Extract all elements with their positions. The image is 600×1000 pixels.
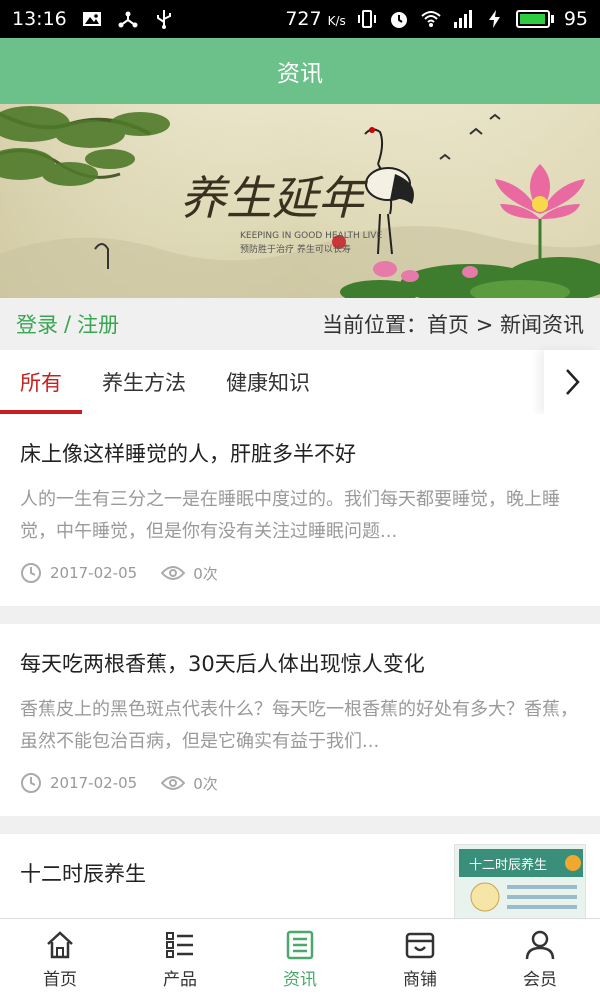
- breadcrumb: 当前位置：首页 > 新闻资讯: [322, 313, 584, 337]
- eye-icon: [161, 776, 186, 790]
- article-item[interactable]: 每天吃两根香蕉，30天后人体出现惊人变化 香蕉皮上的黑色斑点代表什么？每天吃一根…: [0, 624, 600, 816]
- network-speed: 727: [285, 8, 322, 30]
- bottom-nav: 首页 产品 资讯 商铺 会员: [0, 918, 600, 1000]
- title-bar: 资讯: [0, 38, 600, 104]
- article-item[interactable]: 床上像这样睡觉的人，肝脏多半不好 人的一生有三分之一是在睡眠中度过的。我们每天都…: [0, 414, 600, 606]
- nav-shop[interactable]: 商铺: [360, 919, 480, 1000]
- register-link[interactable]: 注册: [77, 309, 119, 339]
- tab-all[interactable]: 所有: [0, 350, 82, 414]
- chevron-right-icon: [566, 369, 580, 395]
- status-time: 13:16: [12, 8, 67, 30]
- login-separator: /: [64, 312, 72, 336]
- nav-member[interactable]: 会员: [480, 919, 600, 1000]
- clock-icon: [21, 773, 41, 793]
- banner-subtitle-cn: 预防胜于治疗 养生可以长寿: [240, 243, 351, 255]
- image-icon: [81, 8, 103, 30]
- home-icon: [47, 931, 73, 959]
- share-icon: [117, 8, 139, 30]
- article-thumbnail: 十二时辰养生: [454, 844, 586, 920]
- vibrate-icon: [356, 8, 378, 30]
- banner-subtitle-en: KEEPING IN GOOD HEALTH LIVE: [240, 231, 382, 241]
- article-item[interactable]: 十二时辰养生 十二时辰养生: [0, 834, 600, 920]
- banner-image[interactable]: 养生延年 KEEPING IN GOOD HEALTH LIVE 预防胜于治疗 …: [0, 104, 600, 298]
- nav-home-label: 首页: [43, 970, 77, 990]
- article-meta: 2017-02-05 0次: [20, 772, 580, 794]
- login-link[interactable]: 登录: [16, 309, 58, 339]
- nav-shop-label: 商铺: [403, 970, 437, 990]
- nav-products[interactable]: 产品: [120, 919, 240, 1000]
- nav-member-label: 会员: [523, 970, 557, 990]
- article-date: 2017-02-05: [50, 774, 138, 792]
- nav-news[interactable]: 资讯: [240, 919, 360, 1000]
- article-summary: 人的一生有三分之一是在睡眠中度过的。我们每天都要睡觉，晚上睡觉，中午睡觉，但是你…: [20, 489, 560, 542]
- charging-icon: [484, 8, 506, 30]
- location-row: 登录 / 注册 当前位置：首页 > 新闻资讯: [0, 298, 600, 350]
- shop-icon: [405, 932, 435, 959]
- alarm-icon: [388, 8, 410, 30]
- tab-health-knowledge[interactable]: 健康知识: [206, 350, 330, 414]
- banner-calligraphy: 养生延年: [180, 171, 368, 225]
- network-speed-unit: K/s: [327, 14, 346, 28]
- nav-products-label: 产品: [163, 970, 197, 990]
- article-meta: 2017-02-05 0次: [20, 562, 580, 584]
- eye-icon: [161, 566, 186, 580]
- nav-news-label: 资讯: [283, 970, 317, 990]
- user-icon: [525, 930, 555, 960]
- article-summary: 香蕉皮上的黑色斑点代表什么？每天吃一根香蕉的好处有多大？香蕉，虽然不能包治百病，…: [20, 699, 578, 752]
- battery-level: 95: [563, 8, 588, 30]
- tab-health-methods[interactable]: 养生方法: [82, 350, 206, 414]
- status-bar: 13:16 727 K/s 95: [0, 0, 600, 38]
- news-icon: [286, 930, 314, 960]
- article-title: 每天吃两根香蕉，30天后人体出现惊人变化: [20, 652, 425, 676]
- page-title: 资讯: [277, 61, 323, 87]
- nav-home[interactable]: 首页: [0, 919, 120, 1000]
- usb-icon: [153, 8, 175, 30]
- battery-icon: [515, 10, 554, 28]
- tabs-more-button[interactable]: [544, 350, 600, 414]
- list-icon: [166, 932, 193, 958]
- article-title: 床上像这样睡觉的人，肝脏多半不好: [20, 442, 356, 466]
- category-tabs: 所有 养生方法 健康知识: [0, 350, 600, 414]
- thumbnail-caption: 十二时辰养生: [469, 857, 547, 873]
- clock-icon: [21, 563, 41, 583]
- article-views: 0次: [193, 774, 218, 793]
- article-views: 0次: [193, 564, 218, 583]
- wifi-icon: [420, 8, 442, 30]
- signal-icon: [452, 8, 474, 30]
- article-date: 2017-02-05: [50, 564, 138, 582]
